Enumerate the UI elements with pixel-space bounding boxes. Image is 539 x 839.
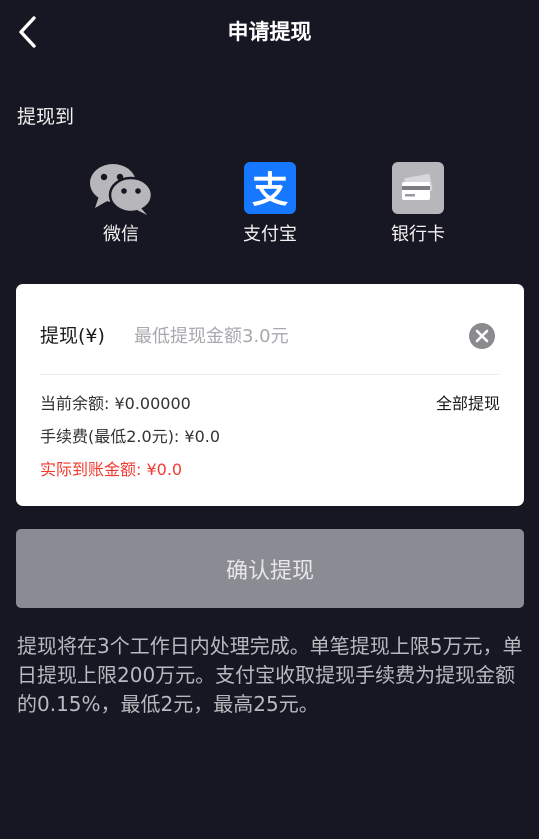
page-title: 申请提现 — [227, 20, 312, 44]
method-bank-card-label: 银行卡 — [391, 224, 445, 245]
svg-text:支: 支 — [252, 170, 288, 211]
alipay-icon: 支 — [244, 162, 296, 214]
card-divider — [40, 374, 500, 375]
header: 申请提现 — [0, 0, 539, 64]
withdraw-card: 提现(¥) 当前余额: ¥0.00000 全部提现 手续费(最低2.0元): ¥… — [16, 284, 524, 506]
actual-amount: 实际到账金额: ¥0.0 — [40, 460, 183, 479]
method-wechat[interactable]: 微信 — [66, 160, 176, 256]
method-alipay-label: 支付宝 — [243, 224, 297, 245]
payment-methods: 微信 支 支付宝 银行卡 — [0, 160, 539, 256]
amount-row: 提现(¥) — [40, 314, 500, 358]
method-bank-card[interactable]: 银行卡 — [363, 160, 473, 256]
clear-icon — [469, 323, 495, 349]
withdraw-to-label: 提现到 — [17, 106, 75, 128]
fee-line: 手续费(最低2.0元): ¥0.0 — [40, 427, 221, 446]
method-alipay[interactable]: 支 支付宝 — [215, 160, 325, 256]
wechat-icon — [90, 164, 153, 215]
withdraw-all-button[interactable]: 全部提现 — [436, 393, 500, 415]
confirm-withdraw-button[interactable]: 确认提现 — [16, 529, 524, 608]
current-balance: 当前余额: ¥0.00000 — [40, 394, 191, 413]
amount-input[interactable] — [134, 320, 434, 352]
withdraw-notice: 提现将在3个工作日内处理完成。单笔提现上限5万元，单日提现上限200万元。支付宝… — [17, 634, 523, 716]
amount-label: 提现(¥) — [40, 325, 105, 347]
bank-card-icon — [392, 162, 444, 214]
method-wechat-label: 微信 — [103, 224, 139, 245]
clear-button[interactable] — [468, 322, 496, 350]
